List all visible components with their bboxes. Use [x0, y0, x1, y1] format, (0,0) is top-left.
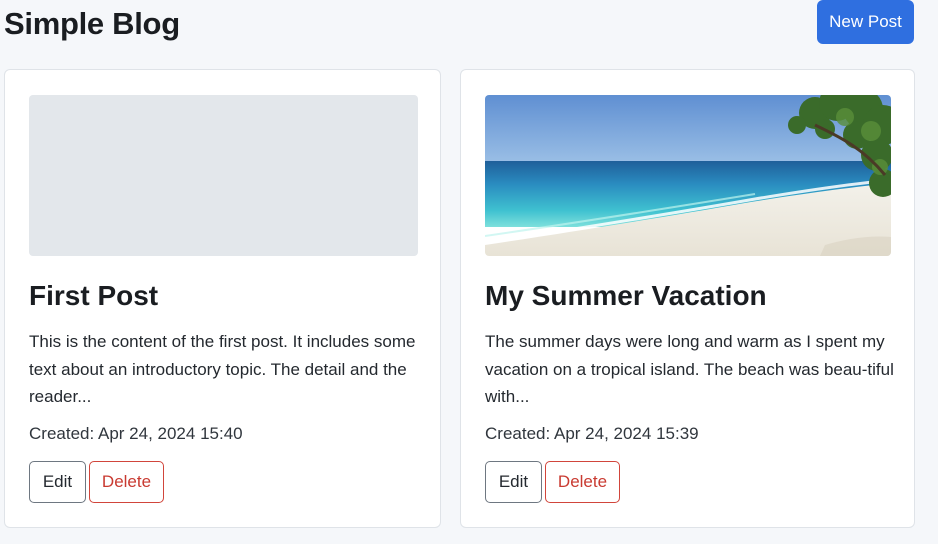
beach-photo	[485, 95, 891, 256]
post-card: My Summer Vacation The summer days were …	[460, 69, 915, 528]
post-title: First Post	[29, 280, 159, 311]
post-excerpt: The summer days were long and warm as I …	[485, 332, 894, 406]
delete-button[interactable]: Delete	[545, 461, 620, 503]
page-title: Simple Blog	[4, 6, 180, 41]
post-created-date: Created: Apr 24, 2024 15:40	[29, 424, 243, 443]
post-created-date: Created: Apr 24, 2024 15:39	[485, 424, 699, 443]
new-post-button[interactable]: New Post	[817, 0, 914, 44]
post-image	[485, 95, 891, 256]
edit-button[interactable]: Edit	[485, 461, 542, 503]
delete-button[interactable]: Delete	[89, 461, 164, 503]
post-excerpt: This is the content of the first post. I…	[29, 332, 416, 406]
post-title: My Summer Vacation	[485, 280, 767, 311]
post-card: First Post This is the content of the fi…	[4, 69, 441, 528]
edit-button[interactable]: Edit	[29, 461, 86, 503]
post-image-placeholder	[29, 95, 418, 256]
